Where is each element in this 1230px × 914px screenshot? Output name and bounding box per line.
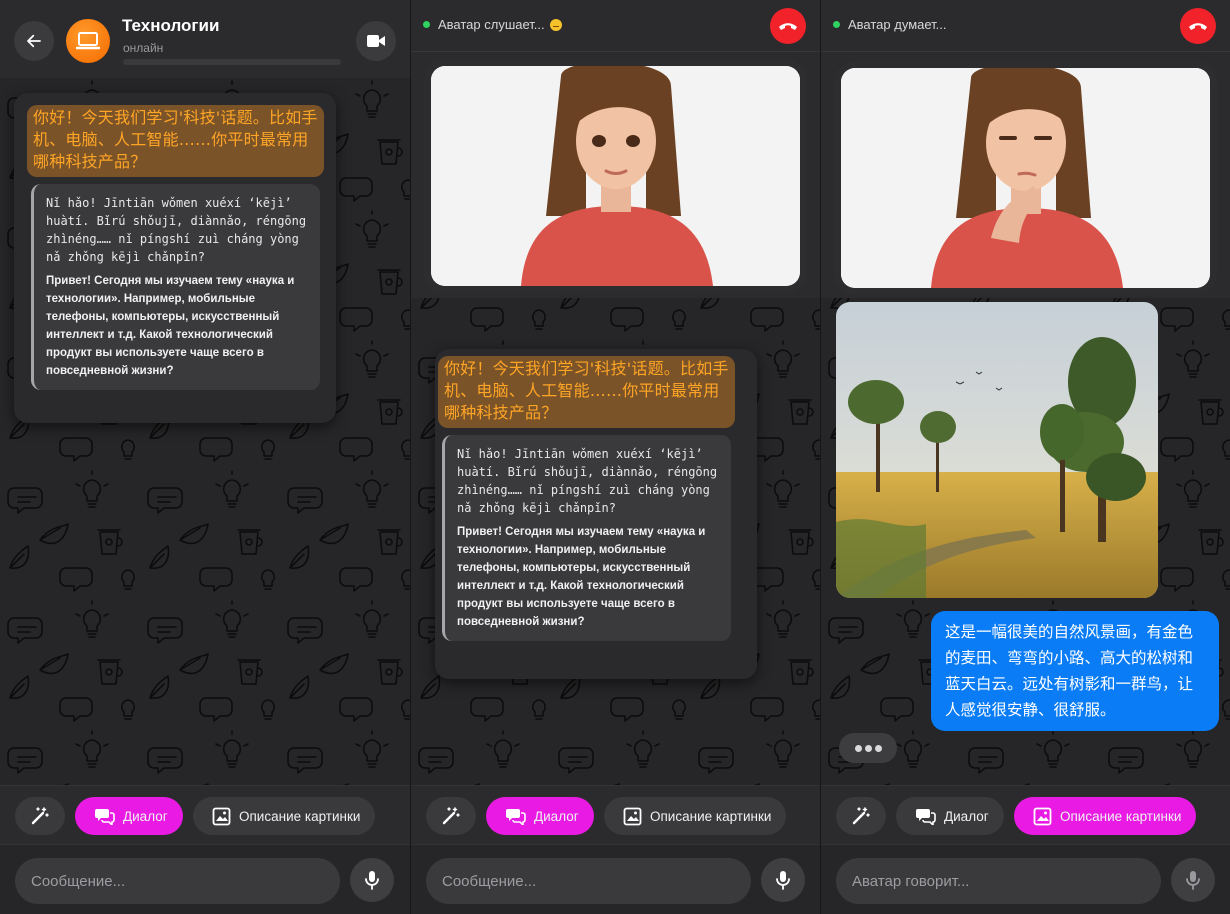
avatar-portrait bbox=[431, 66, 800, 286]
online-dot bbox=[423, 21, 430, 28]
avatar-video bbox=[841, 68, 1210, 288]
call-status: Аватар слушает... bbox=[423, 17, 562, 32]
online-dot bbox=[833, 21, 840, 28]
thinking-text: Аватар думает... bbox=[848, 17, 947, 32]
translation-box: Nǐ hǎo! Jīntiān wǒmen xuéxí ‘kējì’ huàtí… bbox=[442, 435, 731, 641]
pinyin-text: Nǐ hǎo! Jīntiān wǒmen xuéxí ‘kējì’ huàtí… bbox=[457, 447, 725, 515]
image-icon bbox=[212, 807, 231, 825]
input-bar bbox=[411, 846, 820, 914]
russian-text: Привет! Сегодня мы изучаем тему «наука и… bbox=[457, 526, 706, 628]
microphone-button[interactable] bbox=[350, 858, 394, 902]
microphone-button[interactable] bbox=[1171, 858, 1215, 902]
chat-status: онлайн bbox=[123, 41, 164, 55]
dialog-label: Диалог bbox=[534, 808, 579, 824]
picture-mode-button[interactable]: Описание картинки bbox=[1014, 797, 1196, 835]
microphone-icon bbox=[365, 871, 379, 890]
call-header: Аватар слушает... bbox=[411, 0, 820, 52]
voice-call-panel-thinking: Аватар думает... 这是一幅很美的自然风景画，有金色的麦田、弯弯的… bbox=[820, 0, 1230, 914]
call-header: Аватар думает... bbox=[821, 0, 1230, 52]
russian-text: Привет! Сегодня мы изучаем тему «наука и… bbox=[46, 275, 295, 377]
picture-label: Описание картинки bbox=[239, 808, 361, 824]
magic-button[interactable] bbox=[15, 797, 65, 835]
avatar-video bbox=[431, 66, 800, 286]
back-arrow-icon bbox=[27, 34, 41, 48]
message-input[interactable] bbox=[426, 858, 751, 904]
picture-label: Описание картинки bbox=[1060, 808, 1182, 824]
typing-dot bbox=[874, 744, 882, 752]
input-bar bbox=[821, 846, 1230, 914]
message-input[interactable] bbox=[836, 858, 1161, 904]
magic-button[interactable] bbox=[426, 797, 476, 835]
message-input[interactable] bbox=[15, 858, 340, 904]
hang-up-button[interactable] bbox=[1180, 8, 1216, 44]
mode-bar: Диалог Описание картинки bbox=[411, 785, 820, 845]
video-camera-icon bbox=[367, 35, 385, 47]
pinyin-text: Nǐ hǎo! Jīntiān wǒmen xuéxí ‘kējì’ huàtí… bbox=[46, 196, 314, 264]
input-bar bbox=[0, 846, 410, 914]
chat-bubbles-icon bbox=[95, 809, 115, 825]
microphone-icon bbox=[776, 871, 790, 890]
microphone-button[interactable] bbox=[761, 858, 805, 902]
dialog-mode-button[interactable]: Диалог bbox=[896, 797, 1004, 835]
chat-bubbles-icon bbox=[916, 809, 936, 825]
typing-dots-icon bbox=[854, 744, 862, 752]
picture-mode-button[interactable]: Описание картинки bbox=[604, 797, 786, 835]
image-icon bbox=[623, 807, 642, 825]
picture-mode-button[interactable]: Описание картинки bbox=[193, 797, 375, 835]
video-call-button[interactable] bbox=[356, 21, 396, 61]
dialog-mode-button[interactable]: Диалог bbox=[75, 797, 183, 835]
chat-panel: Технологии онлайн 你好！今天我们学习'科技'话题。比如手机、电… bbox=[0, 0, 410, 914]
message-card: 你好！今天我们学习'科技'话题。比如手机、电脑、人工智能……你平时最常用哪种科技… bbox=[14, 93, 336, 423]
listening-text: Аватар слушает... bbox=[438, 17, 545, 32]
back-button[interactable] bbox=[14, 21, 54, 61]
status-bar bbox=[123, 59, 341, 65]
chat-title: Технологии bbox=[122, 16, 220, 35]
voice-call-panel-listening: Аватар слушает... 你好！今天我们学习'科技'话题。比如手机、电… bbox=[410, 0, 820, 914]
picture-description-bubble: 这是一幅很美的自然风景画，有金色的麦田、弯弯的小路、高大的松树和蓝天白云。远处有… bbox=[931, 611, 1219, 731]
avatar[interactable] bbox=[66, 19, 110, 63]
hang-up-icon bbox=[779, 23, 797, 30]
mode-bar: Диалог Описание картинки bbox=[0, 785, 410, 845]
landscape-painting bbox=[836, 302, 1158, 598]
image-icon bbox=[1033, 807, 1052, 825]
mode-bar: Диалог Описание картинки bbox=[821, 785, 1230, 845]
hang-up-icon bbox=[1189, 23, 1207, 30]
message-card: 你好！今天我们学习'科技'话题。比如手机、电脑、人工智能……你平时最常用哪种科技… bbox=[435, 349, 757, 679]
magic-wand-icon bbox=[852, 807, 870, 825]
chinese-text: 你好！今天我们学习'科技'话题。比如手机、电脑、人工智能……你平时最常用哪种科技… bbox=[438, 356, 735, 428]
hang-up-button[interactable] bbox=[770, 8, 806, 44]
chat-header: Технологии онлайн bbox=[0, 0, 410, 78]
call-status: Аватар думает... bbox=[833, 17, 947, 32]
emoji-icon bbox=[549, 18, 562, 31]
typing-indicator bbox=[839, 733, 897, 763]
typing-dot bbox=[864, 744, 872, 752]
microphone-icon bbox=[1186, 871, 1200, 890]
chinese-text: 你好！今天我们学习'科技'话题。比如手机、电脑、人工智能……你平时最常用哪种科技… bbox=[27, 105, 324, 177]
magic-button[interactable] bbox=[836, 797, 886, 835]
dialog-label: Диалог bbox=[123, 808, 168, 824]
picture-label: Описание картинки bbox=[650, 808, 772, 824]
chat-bubbles-icon bbox=[506, 809, 526, 825]
avatar-portrait bbox=[841, 68, 1210, 288]
dialog-label: Диалог bbox=[944, 808, 989, 824]
translation-box: Nǐ hǎo! Jīntiān wǒmen xuéxí ‘kējì’ huàtí… bbox=[31, 184, 320, 390]
landscape-picture bbox=[836, 302, 1158, 598]
magic-wand-icon bbox=[442, 807, 460, 825]
laptop-icon bbox=[76, 32, 100, 50]
magic-wand-icon bbox=[31, 807, 49, 825]
dialog-mode-button[interactable]: Диалог bbox=[486, 797, 594, 835]
